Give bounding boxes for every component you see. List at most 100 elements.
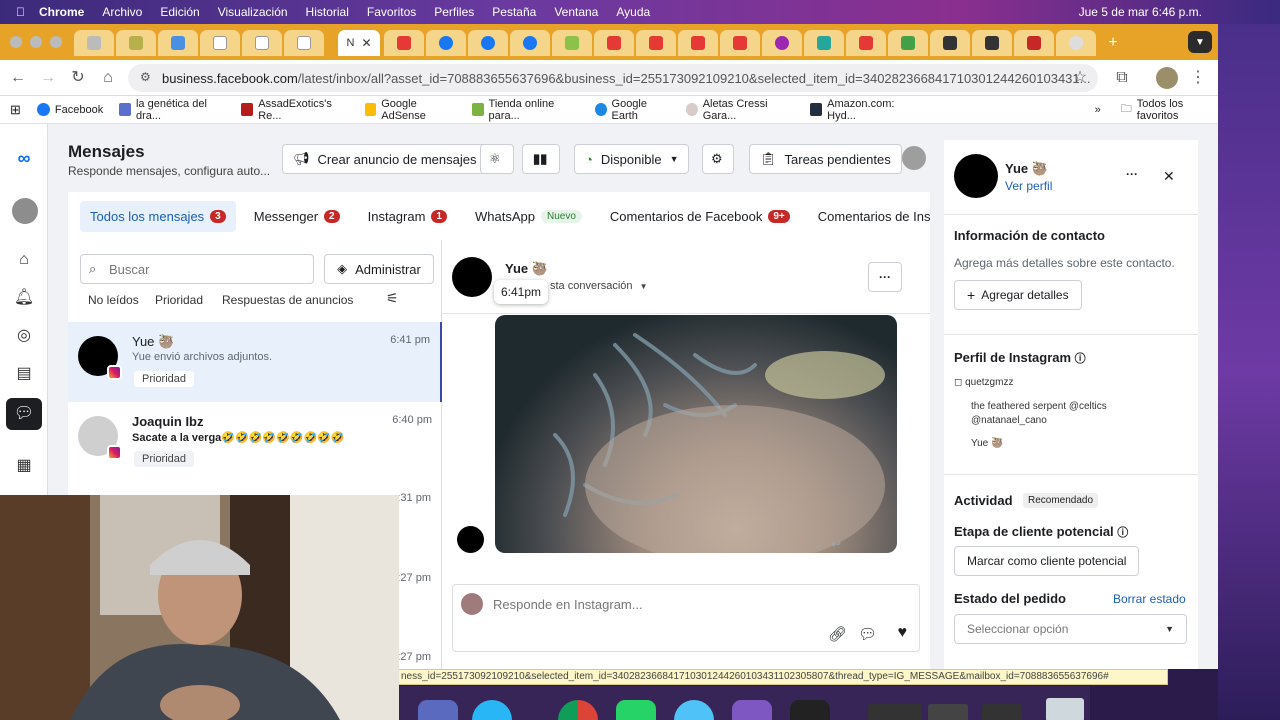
more-options-icon[interactable]: ··· bbox=[1126, 167, 1138, 181]
pending-tasks-button[interactable]: 📋︎ Tareas pendientes bbox=[749, 144, 902, 174]
instagram-username[interactable]: ◻ quetzgmzz bbox=[954, 377, 1013, 388]
bookmark-item[interactable]: Google Earth bbox=[594, 98, 670, 122]
meta-logo-icon[interactable]: ∞ bbox=[8, 146, 40, 170]
back-arrow-icon[interactable]: ← bbox=[8, 68, 28, 88]
apple-icon[interactable]:  bbox=[16, 5, 25, 19]
insights-button[interactable]: ▮▮ bbox=[522, 144, 560, 174]
availability-dropdown[interactable]: ◔ Disponible ▼ bbox=[574, 144, 690, 174]
browser-tab-active[interactable]: N ✕ bbox=[338, 30, 380, 56]
heart-icon[interactable]: ♥ bbox=[898, 624, 908, 642]
menubar-clock[interactable]: Jue 5 de mar 6:46 p.m. bbox=[1079, 5, 1202, 19]
browser-tab[interactable] bbox=[972, 30, 1012, 56]
bookmark-item[interactable]: AssadExotics's Re... bbox=[241, 98, 348, 122]
manage-button[interactable]: ◈ Administrar bbox=[324, 254, 434, 284]
apps-grid-icon[interactable]: ⊞ bbox=[10, 102, 21, 118]
page-avatar[interactable] bbox=[902, 146, 926, 170]
window-close-button[interactable] bbox=[10, 36, 22, 48]
menu-perfiles[interactable]: Perfiles bbox=[434, 5, 474, 19]
browser-tab[interactable] bbox=[1056, 30, 1096, 56]
filter-unread[interactable]: No leídos bbox=[88, 293, 139, 307]
chat-more-options-button[interactable]: ··· bbox=[868, 262, 902, 292]
bookmark-item[interactable]: la genética del dra... bbox=[119, 98, 225, 122]
browser-tab[interactable] bbox=[426, 30, 466, 56]
site-info-icon[interactable]: ⚙ bbox=[140, 70, 151, 84]
conversation-item[interactable]: Yue 🦥 Yue envió archivos adjuntos. 6:41 … bbox=[68, 322, 442, 402]
browser-tab[interactable] bbox=[930, 30, 970, 56]
window-minimize-button[interactable] bbox=[30, 36, 42, 48]
dock-app-icon[interactable] bbox=[732, 700, 772, 720]
clear-state-link[interactable]: Borrar estado bbox=[1113, 592, 1186, 606]
home-icon[interactable]: ⌂ bbox=[98, 68, 118, 88]
browser-tab[interactable] bbox=[594, 30, 634, 56]
menu-archivo[interactable]: Archivo bbox=[102, 5, 142, 19]
browser-tab[interactable] bbox=[1014, 30, 1054, 56]
chrome-menu-icon[interactable]: ⋮ bbox=[1188, 68, 1208, 88]
menubar-app-name[interactable]: Chrome bbox=[39, 5, 84, 19]
menu-historial[interactable]: Historial bbox=[306, 5, 349, 19]
bookmark-item[interactable]: Facebook bbox=[36, 103, 103, 116]
extensions-icon[interactable]: ⧉ bbox=[1112, 68, 1132, 88]
browser-tab[interactable] bbox=[678, 30, 718, 56]
browser-tab[interactable] bbox=[74, 30, 114, 56]
image-attachment[interactable]: ☺ ↩ bbox=[495, 315, 897, 553]
dock-window-thumbnail[interactable] bbox=[928, 704, 968, 720]
chrome-dock-icon[interactable] bbox=[558, 700, 598, 720]
saved-replies-icon[interactable]: 💬︎ bbox=[858, 625, 877, 643]
filter-ad-replies[interactable]: Respuestas de anuncios bbox=[222, 293, 353, 307]
reload-icon[interactable]: ↻ bbox=[68, 68, 88, 88]
tab-facebook-comments[interactable]: Comentarios de Facebook 9+ bbox=[600, 201, 800, 232]
browser-tab[interactable] bbox=[552, 30, 592, 56]
mark-lead-button[interactable]: Marcar como cliente potencial bbox=[954, 546, 1140, 576]
bookmark-star-icon[interactable]: ☆ bbox=[1070, 68, 1090, 88]
menu-ventana[interactable]: Ventana bbox=[554, 5, 598, 19]
menu-edicion[interactable]: Edición bbox=[160, 5, 199, 19]
browser-tab[interactable] bbox=[158, 30, 198, 56]
browser-tab[interactable] bbox=[200, 30, 240, 56]
reply-icon[interactable]: ↩ bbox=[831, 537, 841, 551]
automation-button[interactable]: ⚛ bbox=[480, 144, 514, 174]
browser-tab[interactable] bbox=[846, 30, 886, 56]
create-ad-button[interactable]: 📢︎ Crear anuncio de mensajes bbox=[282, 144, 488, 174]
chat-avatar[interactable] bbox=[452, 257, 492, 297]
menu-pestana[interactable]: Pestaña bbox=[492, 5, 536, 19]
search-input[interactable]: ⌕ Buscar bbox=[80, 254, 314, 284]
forward-arrow-icon[interactable]: → bbox=[38, 68, 58, 88]
compass-icon[interactable]: ◎ bbox=[12, 324, 36, 348]
close-icon[interactable]: ✕ bbox=[1163, 168, 1175, 185]
pages-icon[interactable]: ▤ bbox=[12, 362, 36, 386]
menu-visualizacion[interactable]: Visualización bbox=[218, 5, 288, 19]
browser-tab[interactable] bbox=[636, 30, 676, 56]
dock-app-icon[interactable] bbox=[674, 700, 714, 720]
tab-all-messages[interactable]: Todos los mensajes 3 bbox=[80, 200, 236, 232]
info-icon[interactable]: ⓘ bbox=[1075, 353, 1086, 365]
chat-contact-name[interactable]: Yue 🦥 bbox=[505, 261, 548, 277]
profile-avatar[interactable] bbox=[1156, 67, 1178, 89]
inbox-icon[interactable]: 💬︎ bbox=[6, 398, 42, 430]
browser-tab[interactable] bbox=[242, 30, 282, 56]
info-icon[interactable]: ⓘ bbox=[1117, 527, 1128, 539]
order-state-select[interactable]: Seleccionar opción ▼ bbox=[954, 614, 1187, 644]
tab-messenger[interactable]: Messenger 2 bbox=[244, 201, 350, 232]
view-profile-link[interactable]: Ver perfil bbox=[1005, 179, 1052, 193]
browser-tab[interactable] bbox=[284, 30, 324, 56]
browser-tab[interactable] bbox=[762, 30, 802, 56]
window-zoom-button[interactable] bbox=[50, 36, 62, 48]
assign-conversation-dropdown[interactable]: sta conversación ▼ bbox=[550, 280, 648, 292]
trash-icon[interactable] bbox=[1046, 698, 1084, 720]
home-icon[interactable]: ⌂ bbox=[12, 248, 36, 272]
bookmark-item[interactable]: Tienda online para... bbox=[471, 98, 579, 122]
more-bookmarks-icon[interactable]: » bbox=[1095, 104, 1101, 116]
menu-favoritos[interactable]: Favoritos bbox=[367, 5, 416, 19]
add-details-button[interactable]: + Agregar detalles bbox=[954, 280, 1082, 310]
tab-search-button[interactable]: ▼ bbox=[1188, 31, 1212, 53]
browser-tab[interactable] bbox=[510, 30, 550, 56]
bookmark-item[interactable]: Google AdSense bbox=[364, 98, 456, 122]
menu-ayuda[interactable]: Ayuda bbox=[616, 5, 650, 19]
browser-tab[interactable] bbox=[468, 30, 508, 56]
browser-tab[interactable] bbox=[804, 30, 844, 56]
contact-avatar[interactable] bbox=[954, 154, 998, 198]
dock-app-icon[interactable] bbox=[472, 700, 512, 720]
dock-app-icon[interactable] bbox=[418, 700, 458, 720]
tab-instagram-comments[interactable]: Comentarios de Instag bbox=[808, 201, 930, 232]
settings-button[interactable]: ⚙ bbox=[702, 144, 734, 174]
